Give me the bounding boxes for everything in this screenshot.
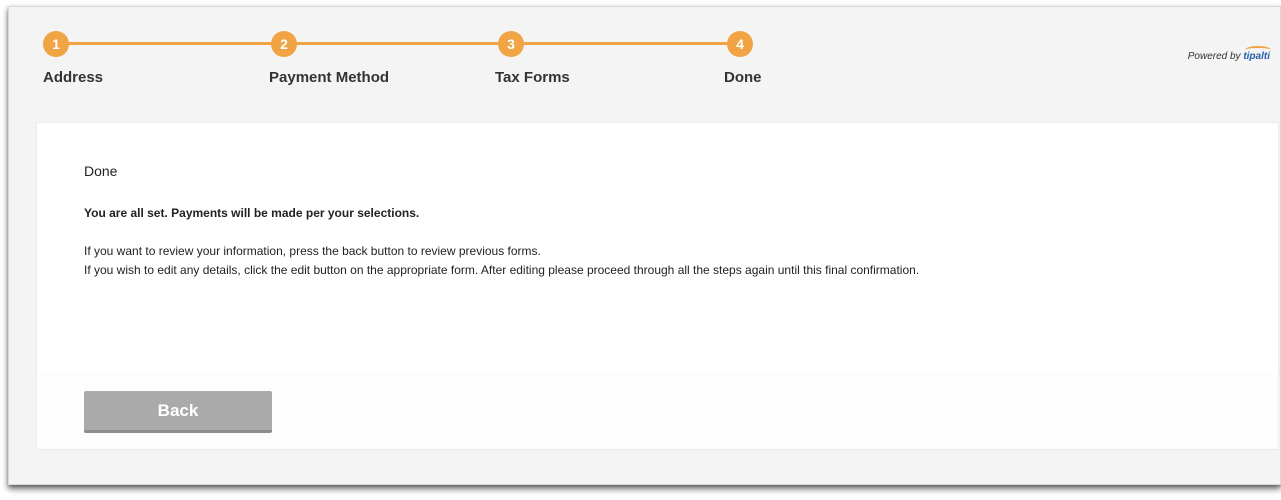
- step-number-circle: 1: [43, 31, 69, 57]
- step-label: Payment Method: [269, 69, 390, 86]
- step-label: Done: [724, 69, 762, 86]
- progress-line: [66, 42, 751, 45]
- edit-instruction: If you wish to edit any details, click t…: [84, 263, 920, 277]
- step-label: Address: [43, 69, 104, 86]
- confirmation-panel: Done You are all set. Payments will be m…: [36, 122, 1279, 450]
- confirmation-message: You are all set. Payments will be made p…: [84, 206, 420, 220]
- step-done: 4 Done: [724, 31, 762, 86]
- step-number-circle: 3: [498, 31, 524, 57]
- step-tax-forms: 3 Tax Forms: [495, 31, 570, 86]
- powered-by-logo: Powered by tipalti: [1187, 46, 1272, 62]
- back-button[interactable]: Back: [84, 391, 272, 433]
- tipalti-logo: tipalti: [1243, 46, 1272, 62]
- step-number-circle: 2: [271, 31, 297, 57]
- step-label: Tax Forms: [495, 69, 570, 86]
- review-instruction: If you want to review your information, …: [84, 244, 541, 258]
- panel-title: Done: [84, 163, 118, 179]
- step-address: 1 Address: [43, 31, 103, 86]
- wizard-container: 1 Address 2 Payment Method 3 Tax Forms 4…: [8, 6, 1281, 485]
- logo-swoosh-icon: [1245, 46, 1272, 54]
- step-payment-method: 2 Payment Method: [269, 31, 389, 86]
- powered-by-text: Powered by: [1187, 51, 1241, 62]
- step-number-circle: 4: [727, 31, 753, 57]
